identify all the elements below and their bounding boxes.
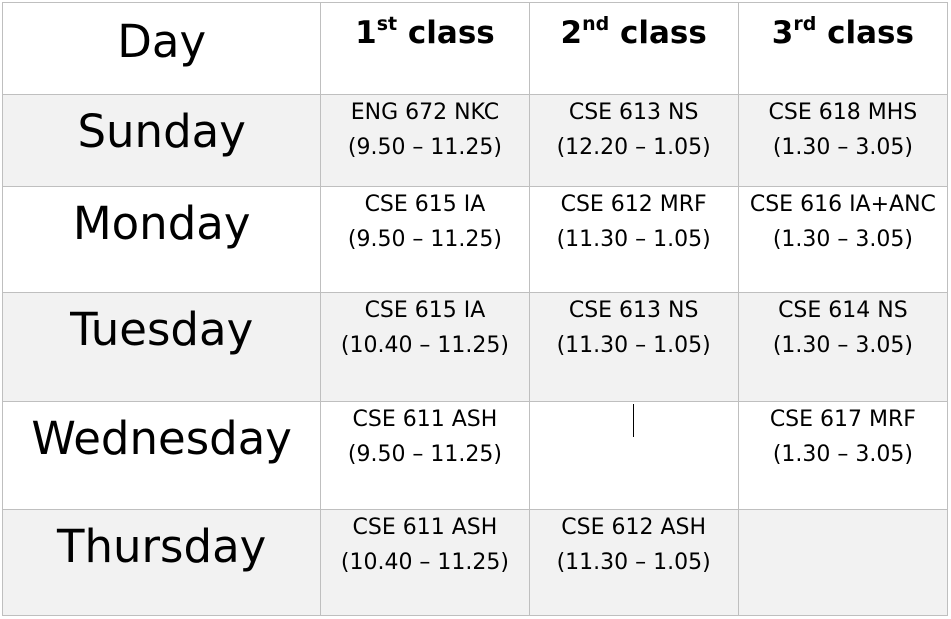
class-cell[interactable]: CSE 611 ASH (10.40 – 11.25) (320, 508, 530, 617)
course-code: CSE 611 ASH (352, 514, 498, 540)
course-code: CSE 612 MRF (560, 192, 707, 218)
class-time: (10.40 – 11.25) (340, 333, 509, 359)
class-cell[interactable]: CSE 615 IA (9.50 – 11.25) (320, 186, 530, 294)
header-suffix: nd (582, 13, 610, 35)
class-time: (1.30 – 3.05) (772, 333, 913, 359)
class-time: (1.30 – 3.05) (772, 441, 913, 467)
course-code: CSE 611 ASH (352, 406, 498, 432)
class-time: (1.30 – 3.05) (772, 135, 913, 161)
text-cursor (633, 403, 635, 437)
class-time: (9.50 – 11.25) (347, 227, 502, 253)
class-cell[interactable]: CSE 616 IA+ANC (1.30 – 3.05) (737, 186, 949, 294)
header-num: 3 (771, 15, 794, 51)
header-3rd-class-cell[interactable]: 3rd class (737, 1, 949, 96)
header-row: Day 1st class 2nd class 3rd class (1, 1, 949, 96)
course-code: CSE 618 MHS (768, 100, 918, 126)
course-code: CSE 617 MRF (769, 406, 916, 432)
class-cell[interactable]: CSE 612 MRF (11.30 – 1.05) (528, 186, 739, 294)
day-cell[interactable]: Tuesday (1, 292, 322, 402)
day-cell[interactable]: Thursday (1, 508, 322, 617)
header-word: class (397, 15, 495, 51)
header-day-cell[interactable]: Day (1, 1, 322, 96)
day-cell[interactable]: Sunday (1, 94, 322, 188)
class-cell[interactable]: CSE 612 ASH (11.30 – 1.05) (528, 508, 739, 617)
empty-class-cell[interactable] (528, 400, 739, 510)
course-code: CSE 614 NS (778, 298, 908, 324)
class-time: (12.20 – 1.05) (556, 135, 711, 161)
course-code: CSE 613 NS (568, 100, 699, 126)
class-time: (11.30 – 1.05) (556, 333, 711, 359)
header-num: 1 (355, 15, 377, 51)
class-cell[interactable]: CSE 613 NS (11.30 – 1.05) (528, 292, 739, 402)
header-word: class (609, 15, 707, 51)
class-time: (10.40 – 11.25) (340, 549, 509, 575)
header-1st-class-cell[interactable]: 1st class (320, 1, 530, 96)
course-code: CSE 615 IA (364, 192, 486, 218)
class-time: (9.50 – 11.25) (347, 135, 502, 161)
course-code: CSE 615 IA (364, 298, 486, 324)
course-code: CSE 613 NS (568, 298, 699, 324)
day-cell[interactable]: Wednesday (1, 400, 322, 510)
course-code: CSE 616 IA+ANC (749, 192, 936, 218)
class-time: (11.30 – 1.05) (556, 549, 711, 575)
class-cell[interactable]: CSE 615 IA (10.40 – 11.25) (320, 292, 530, 402)
class-cell[interactable]: CSE 618 MHS (1.30 – 3.05) (737, 94, 949, 188)
header-suffix: st (376, 13, 398, 35)
header-word: class (816, 15, 914, 51)
row-sunday: Sunday ENG 672 NKC (9.50 – 11.25) CSE 613… (1, 94, 949, 188)
class-cell[interactable]: CSE 614 NS (1.30 – 3.05) (737, 292, 949, 402)
header-suffix: rd (793, 13, 817, 35)
header-2nd-class-cell[interactable]: 2nd class (528, 1, 739, 96)
class-routine-table: Day 1st class 2nd class 3rd class Sunday… (1, 1, 949, 617)
course-code: CSE 612 ASH (561, 514, 707, 540)
course-code: ENG 672 NKC (350, 100, 500, 126)
class-time: (11.30 – 1.05) (556, 227, 711, 253)
row-thursday: Thursday CSE 611 ASH (10.40 – 11.25) CSE … (1, 508, 949, 617)
row-wednesday: Wednesday CSE 611 ASH (9.50 – 11.25) CSE … (1, 400, 949, 510)
class-cell[interactable]: CSE 617 MRF (1.30 – 3.05) (737, 400, 949, 510)
day-cell[interactable]: Monday (1, 186, 322, 294)
class-cell[interactable]: CSE 613 NS (12.20 – 1.05) (528, 94, 739, 188)
class-cell[interactable]: ENG 672 NKC (9.50 – 11.25) (320, 94, 530, 188)
class-time: (9.50 – 11.25) (347, 441, 502, 467)
empty-class-cell[interactable] (737, 508, 949, 617)
row-tuesday: Tuesday CSE 615 IA (10.40 – 11.25) CSE 61… (1, 292, 949, 402)
header-num: 2 (560, 15, 583, 51)
row-monday: Monday CSE 615 IA (9.50 – 11.25) CSE 612 … (1, 186, 949, 294)
class-time: (1.30 – 3.05) (772, 227, 913, 253)
class-cell[interactable]: CSE 611 ASH (9.50 – 11.25) (320, 400, 530, 510)
